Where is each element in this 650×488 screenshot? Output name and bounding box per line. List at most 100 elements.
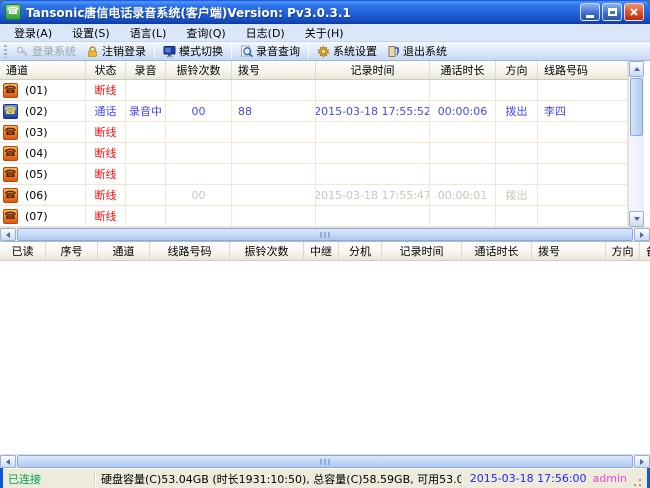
column-header[interactable]: 通话时长	[430, 61, 496, 79]
cell-record_time	[316, 143, 430, 163]
column-header[interactable]: 通道	[98, 242, 150, 260]
mode-switch-button[interactable]: 模式切换	[158, 41, 228, 61]
logout-button[interactable]: 注销登录	[81, 41, 151, 61]
horizontal-scroll-thumb[interactable]	[17, 228, 633, 241]
cell-rings	[166, 143, 232, 163]
toolbar-separator	[308, 44, 309, 58]
login-system-label: 登录系统	[32, 43, 76, 59]
cell-recording	[126, 164, 166, 184]
column-header[interactable]: 记录时间	[316, 61, 430, 79]
arrow-up-icon	[634, 67, 640, 71]
channel-row[interactable]: ☎(07)断线	[0, 206, 628, 227]
resize-grip-icon[interactable]	[633, 478, 642, 487]
column-header[interactable]: 序号	[46, 242, 98, 260]
scroll-up-button[interactable]	[629, 61, 644, 77]
column-header[interactable]: 振铃次数	[230, 242, 304, 260]
cell-recording	[126, 80, 166, 100]
column-header[interactable]: 线路号码	[538, 61, 628, 79]
cell-status: 断线	[86, 122, 126, 142]
recording-query-label: 录音查询	[256, 43, 300, 59]
cell-record_time: 2015-03-18 17:55:47	[316, 185, 430, 205]
channel-label: (03)	[25, 126, 48, 139]
menu-log[interactable]: 日志(D)	[236, 24, 295, 42]
column-header[interactable]: 备注	[640, 242, 650, 260]
column-header[interactable]: 拨号	[232, 61, 316, 79]
close-button[interactable]	[624, 3, 644, 21]
cell-status: 断线	[86, 185, 126, 205]
cell-duration: 00:00:01	[430, 185, 496, 205]
column-header[interactable]: 线路号码	[150, 242, 230, 260]
key-icon	[16, 45, 29, 58]
phone-offline-icon: ☎	[3, 167, 18, 182]
menu-language[interactable]: 语言(L)	[120, 24, 177, 42]
channel-row[interactable]: ☎(03)断线	[0, 122, 628, 143]
menu-settings[interactable]: 设置(S)	[62, 24, 120, 42]
records-table-body[interactable]	[0, 261, 650, 454]
minimize-button[interactable]	[580, 3, 600, 21]
channel-row[interactable]: ☎(04)断线	[0, 143, 628, 164]
cell-duration	[430, 143, 496, 163]
column-header[interactable]: 振铃次数	[166, 61, 232, 79]
maximize-button[interactable]	[602, 3, 622, 21]
channel-row[interactable]: ☎(01)断线	[0, 80, 628, 101]
cell-duration	[430, 206, 496, 226]
column-header[interactable]: 拨号	[532, 242, 606, 260]
channel-label: (04)	[25, 147, 48, 160]
horizontal-scroll-thumb[interactable]	[17, 455, 633, 468]
column-header[interactable]: 通话时长	[462, 242, 532, 260]
login-system-button: 登录系统	[11, 41, 81, 61]
channel-row[interactable]: ☎(02)通话录音中00882015-03-18 17:55:5200:00:0…	[0, 101, 628, 122]
menu-query[interactable]: 查询(Q)	[176, 24, 235, 42]
vertical-scroll-thumb[interactable]	[630, 78, 643, 136]
vertical-scrollbar[interactable]	[628, 61, 644, 227]
cell-dial	[232, 122, 316, 142]
vertical-scroll-track[interactable]	[629, 137, 644, 211]
column-header[interactable]: 方向	[606, 242, 640, 260]
arrow-left-icon	[6, 459, 10, 465]
cell-record_time	[316, 80, 430, 100]
exit-system-button[interactable]: 退出系统	[382, 41, 452, 61]
cell-recording	[126, 206, 166, 226]
arrow-left-icon	[6, 232, 10, 238]
column-header[interactable]: 中继	[304, 242, 339, 260]
scroll-right-button[interactable]	[634, 455, 650, 468]
recording-query-button[interactable]: 录音查询	[235, 41, 305, 61]
column-header[interactable]: 状态	[86, 61, 126, 79]
arrow-right-icon	[640, 459, 644, 465]
column-header[interactable]: 通道	[0, 61, 86, 79]
channel-row[interactable]: ☎(06)断线002015-03-18 17:55:4700:00:01拨出	[0, 185, 628, 206]
cell-rings	[166, 206, 232, 226]
toolbar-grip[interactable]	[4, 45, 7, 58]
window-controls	[580, 3, 644, 21]
cell-record_time	[316, 164, 430, 184]
column-header[interactable]: 记录时间	[382, 242, 462, 260]
column-header[interactable]: 方向	[496, 61, 538, 79]
logout-label: 注销登录	[102, 43, 146, 59]
cell-status: 断线	[86, 143, 126, 163]
horizontal-scrollbar-top[interactable]	[0, 227, 650, 241]
horizontal-scrollbar-bottom[interactable]	[0, 454, 650, 468]
scroll-left-button[interactable]	[0, 455, 16, 468]
status-bar: 已连接 硬盘容量(C)53.04GB (时长1931:10:50), 总容量(C…	[3, 468, 647, 488]
channel-row[interactable]: ☎(05)断线	[0, 164, 628, 185]
cell-dial	[232, 185, 316, 205]
column-header[interactable]: 已读	[0, 242, 46, 260]
menu-about[interactable]: 关于(H)	[295, 24, 354, 42]
main-area: 通道状态录音振铃次数拨号记录时间通话时长方向线路号码 ☎(01)断线☎(02)通…	[0, 61, 650, 468]
column-header[interactable]: 分机	[339, 242, 382, 260]
arrow-down-icon	[634, 217, 640, 221]
column-header[interactable]: 录音	[126, 61, 166, 79]
system-settings-button[interactable]: 系统设置	[312, 41, 382, 61]
arrow-right-icon	[640, 232, 644, 238]
channel-cell: ☎(03)	[0, 122, 86, 142]
scroll-down-button[interactable]	[629, 211, 644, 227]
cell-rings: 00	[166, 185, 232, 205]
title-bar[interactable]: ☎ Tansonic唐信电话录音系统(客户端)Version: Pv3.0.3.…	[0, 0, 650, 24]
channel-label: (05)	[25, 168, 48, 181]
toolbar: 登录系统 注销登录 模式切换 录音查询 系统设置 退出系统	[0, 42, 650, 61]
exit-icon	[387, 45, 400, 58]
scroll-left-button[interactable]	[0, 228, 16, 241]
channel-label: (06)	[25, 189, 48, 202]
menu-login[interactable]: 登录(A)	[4, 24, 62, 42]
scroll-right-button[interactable]	[634, 228, 650, 241]
